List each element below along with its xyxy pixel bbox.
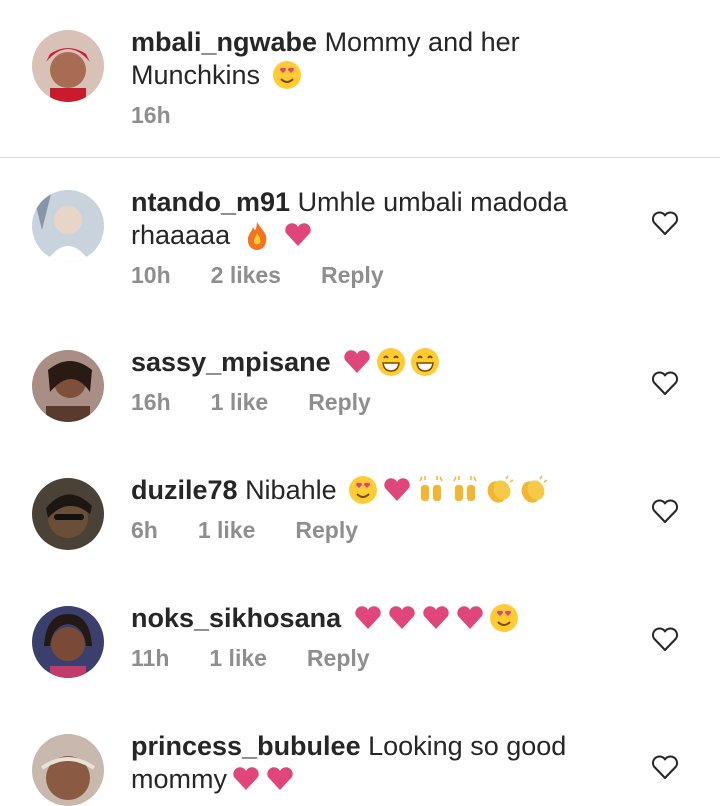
comment-text: princess_bubulee Looking so good mommy <box>131 730 611 796</box>
avatar[interactable] <box>32 734 104 806</box>
timestamp: 11h <box>131 645 170 671</box>
username[interactable]: ntando_m91 <box>131 187 290 217</box>
likes-count[interactable]: 1 like <box>198 517 256 544</box>
pink-heart-emoji-icon <box>265 764 295 794</box>
pink-heart-emoji-icon <box>455 603 485 633</box>
heart-outline-icon[interactable] <box>650 208 680 238</box>
pink-heart-emoji-icon <box>421 603 451 633</box>
timestamp: 10h <box>131 262 171 288</box>
reply-button[interactable]: Reply <box>307 645 370 672</box>
divider <box>0 157 720 158</box>
reply-button[interactable]: Reply <box>295 517 358 544</box>
clap-emoji-icon <box>518 475 548 505</box>
raised-hands-emoji-icon <box>450 475 480 505</box>
avatar[interactable] <box>32 606 104 678</box>
username[interactable]: sassy_mpisane <box>131 347 331 377</box>
username[interactable]: princess_bubulee <box>131 731 361 761</box>
username[interactable]: mbali_ngwabe <box>131 27 317 57</box>
comment-text: sassy_mpisane <box>131 346 611 379</box>
avatar[interactable] <box>32 190 104 262</box>
comment-text: noks_sikhosana <box>131 602 611 635</box>
heart-eyes-emoji-icon <box>272 60 302 90</box>
likes-count[interactable]: 1 like <box>211 389 269 416</box>
heart-outline-icon[interactable] <box>650 752 680 782</box>
heart-eyes-emoji-icon <box>348 475 378 505</box>
comment-meta: 11h 1 like Reply <box>131 645 611 672</box>
avatar[interactable] <box>32 478 104 550</box>
fire-emoji-icon <box>242 220 272 250</box>
heart-outline-icon[interactable] <box>650 624 680 654</box>
timestamp: 16h <box>131 389 171 415</box>
reply-button[interactable]: Reply <box>308 389 371 416</box>
timestamp: 16h <box>131 102 171 128</box>
grin-emoji-icon <box>376 347 406 377</box>
heart-eyes-emoji-icon <box>489 603 519 633</box>
comment-meta: 10h 2 likes Reply <box>131 262 611 289</box>
avatar[interactable] <box>32 350 104 422</box>
clap-emoji-icon <box>484 475 514 505</box>
comment-meta: 16h <box>131 102 611 129</box>
timestamp: 6h <box>131 517 158 543</box>
heart-outline-icon[interactable] <box>650 496 680 526</box>
comment-meta: 16h 1 like Reply <box>131 389 611 416</box>
reply-button[interactable]: Reply <box>321 262 384 289</box>
heart-outline-icon[interactable] <box>650 368 680 398</box>
comment-text: mbali_ngwabe Mommy and her Munchkins <box>131 26 611 92</box>
comment-text: duzile78 Nibahle <box>131 474 611 507</box>
pink-heart-emoji-icon <box>382 475 412 505</box>
pink-heart-emoji-icon <box>387 603 417 633</box>
pink-heart-emoji-icon <box>283 220 313 250</box>
username[interactable]: duzile78 <box>131 475 238 505</box>
pink-heart-emoji-icon <box>231 764 261 794</box>
comment-text: ntando_m91 Umhle umbali madoda rhaaaaa <box>131 186 611 252</box>
likes-count[interactable]: 2 likes <box>211 262 281 289</box>
pink-heart-emoji-icon <box>353 603 383 633</box>
comment-meta: 6h 1 like Reply <box>131 517 611 544</box>
raised-hands-emoji-icon <box>416 475 446 505</box>
avatar[interactable] <box>32 30 104 102</box>
grin-emoji-icon <box>410 347 440 377</box>
likes-count[interactable]: 1 like <box>209 645 267 672</box>
pink-heart-emoji-icon <box>342 347 372 377</box>
comment-message: Nibahle <box>245 475 337 505</box>
username[interactable]: noks_sikhosana <box>131 603 341 633</box>
comments-feed: mbali_ngwabe Mommy and her Munchkins 16h… <box>0 0 720 806</box>
